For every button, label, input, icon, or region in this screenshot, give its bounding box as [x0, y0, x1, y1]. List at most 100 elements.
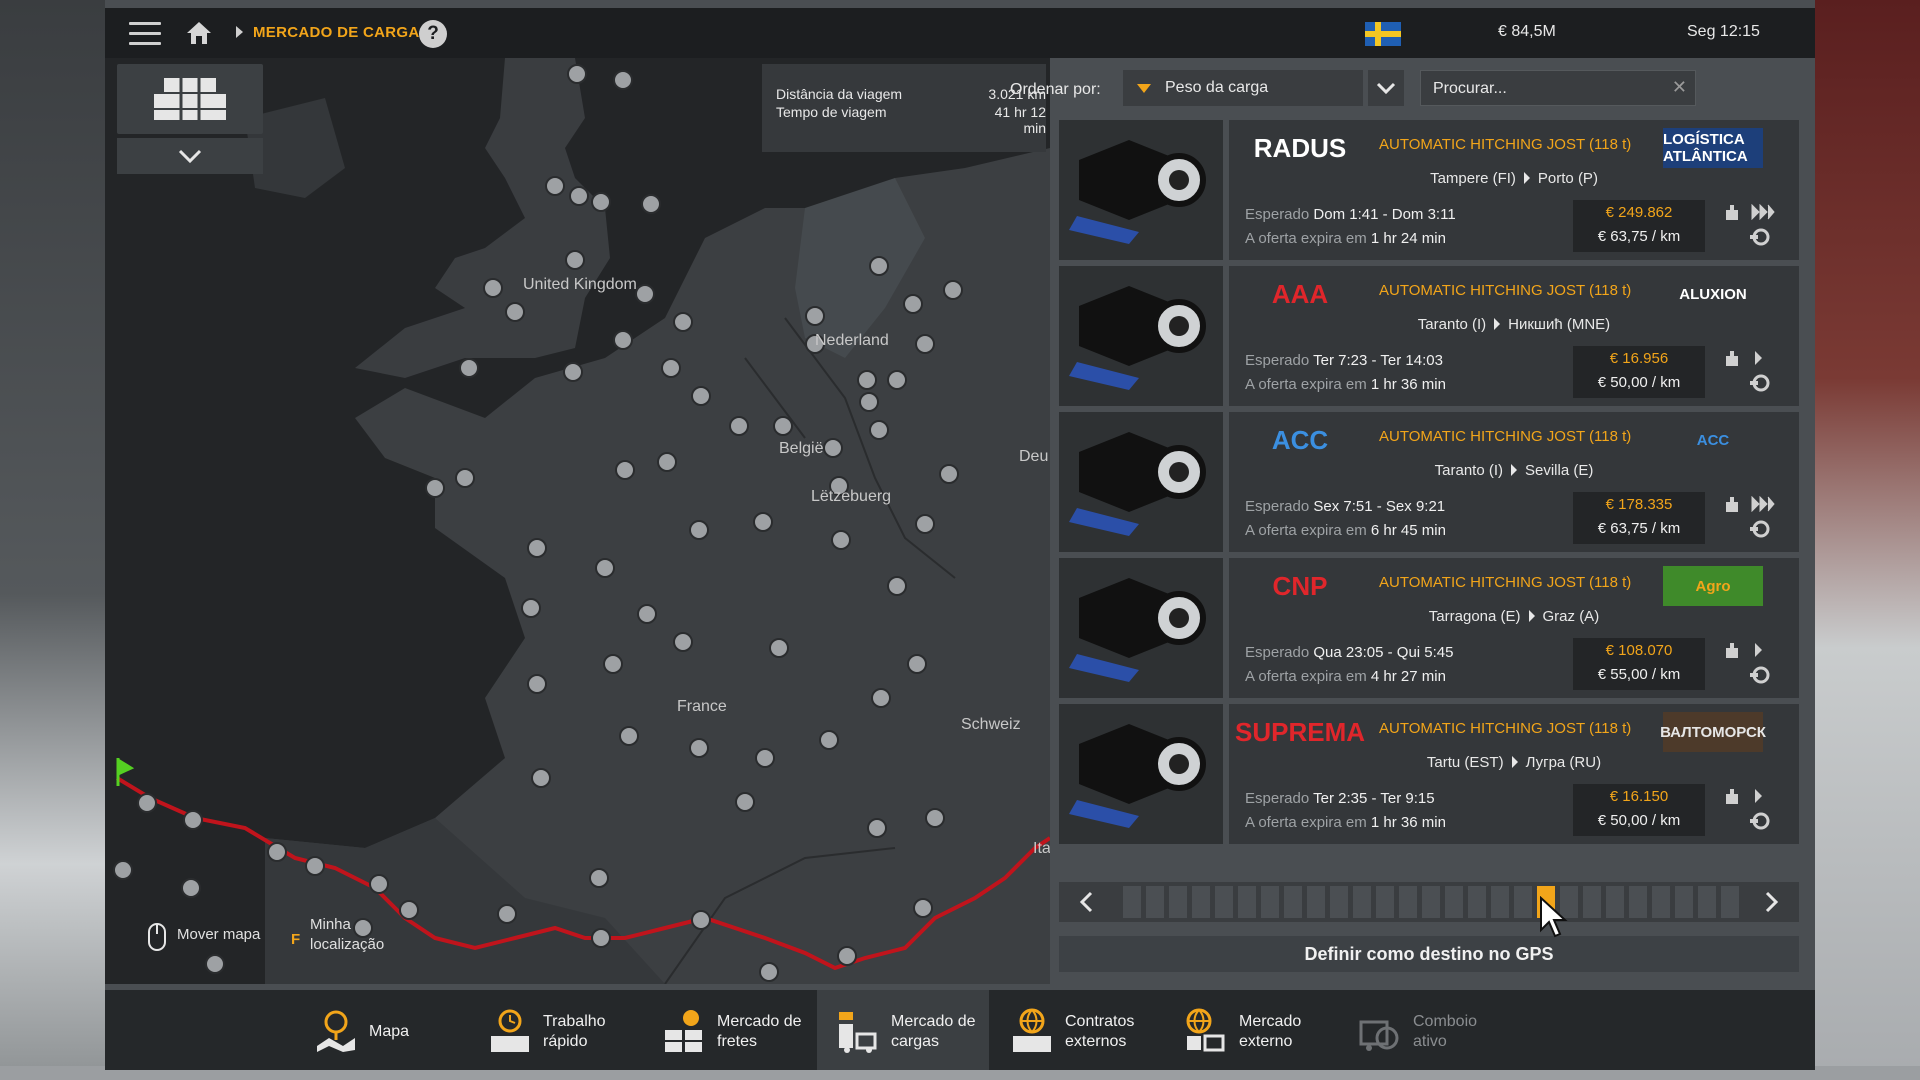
tab-map-label: Mapa	[369, 1023, 410, 1040]
pager-segment[interactable]	[1353, 886, 1371, 918]
tab-active-convoy[interactable]: Comboio ativo	[1339, 990, 1511, 1070]
pager-segment[interactable]	[1583, 886, 1601, 918]
expiry-label: A oferta expira em	[1245, 668, 1367, 685]
pager-segment[interactable]	[1192, 886, 1210, 918]
pager-segment[interactable]	[1330, 886, 1348, 918]
trip-time-row: Tempo de viagem 41 hr 12 min	[776, 104, 1046, 136]
expiry-label: A oferta expira em	[1245, 522, 1367, 539]
pager-prev-button[interactable]	[1059, 882, 1115, 922]
globe-trailer-icon	[1013, 1008, 1051, 1052]
chevron-down-icon	[1376, 82, 1396, 95]
offer-card[interactable]: SUPREMA AUTOMATIC HITCHING JOST (118 t) ВА…	[1059, 704, 1799, 844]
cargo-market-icon	[839, 1012, 877, 1053]
breadcrumb-arrow-icon	[236, 26, 243, 38]
sort-select[interactable]: Peso da carga	[1123, 70, 1363, 106]
map-layers-button[interactable]	[117, 64, 263, 134]
eta-value: Ter 2:35 - Ter 9:15	[1313, 790, 1435, 807]
pager-segment[interactable]	[1376, 886, 1394, 918]
sort-direction-icon	[1137, 84, 1151, 93]
pager-segment[interactable]	[1399, 886, 1417, 918]
map-label-lu: Lëtzebuerg	[811, 488, 892, 505]
fifth-wheel-hitch-icon	[1059, 266, 1223, 406]
pager-segment[interactable]	[1514, 886, 1532, 918]
pager-segment[interactable]	[1169, 886, 1187, 918]
pager-segment[interactable]	[1284, 886, 1302, 918]
cargo-weight-icon	[1726, 205, 1738, 220]
offer-expiry: A oferta expira em 1 hr 24 min	[1245, 230, 1446, 247]
home-icon[interactable]	[185, 20, 213, 46]
sort-dropdown-button[interactable]	[1368, 70, 1404, 106]
help-button[interactable]: ?	[419, 20, 447, 48]
scene-right	[1815, 0, 1920, 1080]
expected-delivery: Esperado Ter 7:23 - Ter 14:03	[1245, 352, 1443, 369]
shipper-logo: ACC	[1271, 424, 1329, 455]
tab-freight-market-label-1: Mercado de	[717, 1013, 802, 1030]
cargo-weight-icon	[1726, 497, 1738, 512]
pager-segment[interactable]	[1491, 886, 1509, 918]
cargo-thumbnail	[1059, 558, 1223, 698]
offer-payment: € 16.956 € 50,00 / km	[1573, 346, 1705, 398]
payment-total: € 16.956	[1609, 350, 1669, 367]
pager-segment[interactable]	[1215, 886, 1233, 918]
pager-segment[interactable]	[1261, 886, 1279, 918]
route-arrow-icon	[1523, 172, 1530, 184]
offer-pager	[1059, 882, 1799, 922]
trailer-coupling-icon	[1750, 812, 1770, 830]
expected-delivery: Esperado Sex 7:51 - Sex 9:21	[1245, 498, 1445, 515]
breadcrumb-title: MERCADO DE CARGAS	[253, 24, 430, 41]
pager-segment[interactable]	[1698, 886, 1716, 918]
urgency-low-icon	[1755, 643, 1762, 657]
map-view[interactable]: Distância da viagem 3.021 km Tempo de vi…	[105, 58, 1050, 984]
search-box: ✕	[1420, 70, 1696, 106]
pager-segment[interactable]	[1721, 886, 1739, 918]
pager-segment[interactable]	[1445, 886, 1463, 918]
pager-segment[interactable]	[1468, 886, 1486, 918]
route-destination: Лугра (RU)	[1525, 754, 1602, 771]
pager-segment[interactable]	[1146, 886, 1164, 918]
pager-segment[interactable]	[1652, 886, 1670, 918]
tab-freight-market[interactable]: Mercado de fretes	[643, 990, 815, 1070]
pager-segment[interactable]	[1422, 886, 1440, 918]
pager-segment[interactable]	[1606, 886, 1624, 918]
payment-total: € 108.070	[1605, 642, 1673, 659]
pager-segment[interactable]	[1123, 886, 1141, 918]
pager-segment[interactable]	[1238, 886, 1256, 918]
eta-label: Esperado	[1245, 644, 1310, 661]
offer-details: ACC AUTOMATIC HITCHING JOST (118 t) ACC Tar…	[1229, 412, 1799, 552]
offer-card[interactable]: AAA AUTOMATIC HITCHING JOST (118 t) ALUXIO…	[1059, 266, 1799, 406]
clock-trailer-icon	[491, 1009, 529, 1052]
pager-segment[interactable]	[1307, 886, 1325, 918]
convoy-icon	[1359, 1020, 1399, 1051]
tab-external-contracts[interactable]: Contratos externos	[991, 990, 1163, 1070]
offer-details: RADUS AUTOMATIC HITCHING JOST (118 t) LOGÍ…	[1229, 120, 1799, 260]
eta-label: Esperado	[1245, 790, 1310, 807]
cargo-name: AUTOMATIC HITCHING JOST (118 t)	[1379, 428, 1632, 445]
tab-cargo-market[interactable]: Mercado de cargas	[817, 990, 989, 1070]
pager-segment[interactable]	[1675, 886, 1693, 918]
hamburger-menu-icon[interactable]	[129, 22, 161, 46]
clear-search-icon[interactable]: ✕	[1672, 77, 1687, 98]
tab-map[interactable]: Mapa	[295, 990, 467, 1070]
map-label-ch: Schweiz	[961, 716, 1021, 733]
offer-payment: € 178.335 € 63,75 / km	[1573, 492, 1705, 544]
pager-segment[interactable]	[1629, 886, 1647, 918]
cargo-weight-icon	[1726, 789, 1738, 804]
offer-card[interactable]: ACC AUTOMATIC HITCHING JOST (118 t) ACC Tar…	[1059, 412, 1799, 552]
offer-card[interactable]: CNP AUTOMATIC HITCHING JOST (118 t) Agro Ta…	[1059, 558, 1799, 698]
offer-card[interactable]: RADUS AUTOMATIC HITCHING JOST (118 t) LOGÍ…	[1059, 120, 1799, 260]
route-destination: Никшић (MNE)	[1508, 316, 1611, 333]
tab-quick-job[interactable]: Trabalho rápido	[469, 990, 641, 1070]
tab-cargo-market-label-2: cargas	[891, 1033, 940, 1050]
search-input[interactable]	[1431, 77, 1655, 101]
set-gps-destination-button[interactable]: Definir como destino no GPS	[1059, 936, 1799, 972]
map-expand-button[interactable]	[117, 138, 263, 174]
cargo-thumbnail	[1059, 266, 1223, 406]
expected-delivery: Esperado Dom 1:41 - Dom 3:11	[1245, 206, 1456, 223]
pager-next-button[interactable]	[1743, 882, 1799, 922]
fifth-wheel-hitch-icon	[1059, 120, 1223, 260]
urgency-low-icon	[1755, 351, 1762, 365]
map-label-nl: Nederland	[815, 332, 889, 349]
tab-external-market[interactable]: Mercado externo	[1165, 990, 1337, 1070]
map-label-be: België	[779, 440, 824, 457]
payment-total: € 16.150	[1609, 788, 1669, 805]
